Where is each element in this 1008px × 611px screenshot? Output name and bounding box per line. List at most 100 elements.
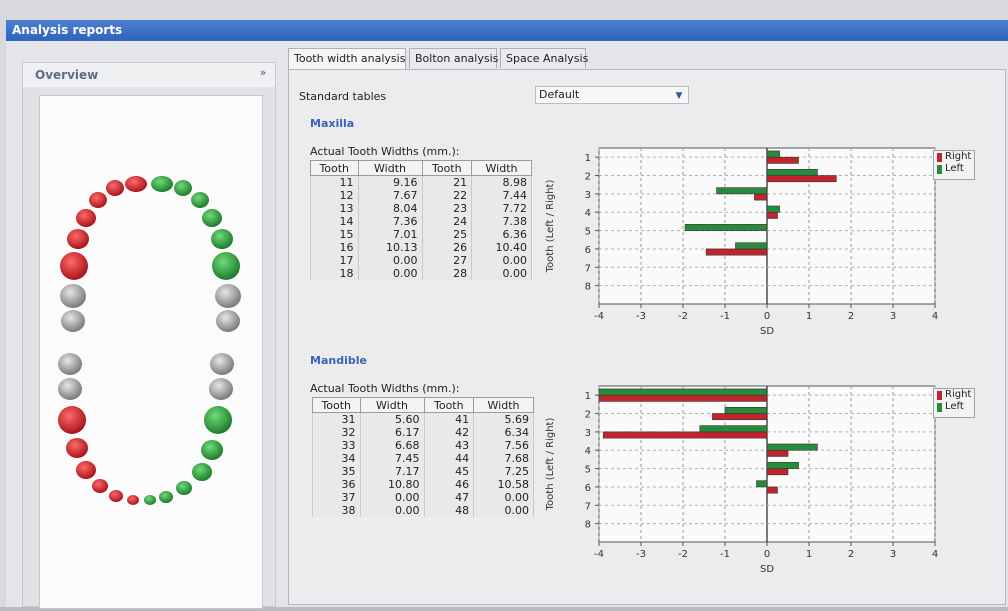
bar-left-3 (716, 187, 768, 195)
x-tick-label: 2 (848, 311, 854, 322)
tooth-27 (215, 284, 241, 308)
table-cell: 7.25 (473, 465, 534, 478)
table-cell: 0.00 (471, 254, 532, 267)
bar-right-4 (766, 211, 778, 219)
table-cell: 7.68 (473, 452, 534, 465)
table-cell: 44 (423, 452, 475, 465)
y-tick-label: 1 (585, 153, 591, 164)
mandible-table-caption: Actual Tooth Widths (mm.): (310, 382, 460, 395)
tooth-11 (125, 176, 147, 192)
y-tick-label: 6 (585, 245, 591, 256)
lower-arch (58, 353, 234, 505)
bar-left-5 (684, 224, 768, 231)
tooth-36 (58, 406, 86, 434)
table-cell: 27 (421, 254, 473, 267)
tooth-12 (106, 180, 124, 196)
maxilla-table-caption: Actual Tooth Widths (mm.): (310, 145, 460, 158)
tooth-22 (174, 180, 192, 196)
tab-bolton-analysis[interactable]: Bolton analysis (409, 48, 498, 68)
bar-left-3 (699, 425, 768, 433)
tooth-35 (66, 438, 88, 458)
tooth-23 (191, 192, 209, 208)
table-cell: 37 (312, 491, 361, 504)
tooth-28 (216, 310, 240, 332)
upper-arch (60, 176, 241, 332)
standard-tables-value: Default (539, 88, 580, 101)
dental-arch-view[interactable] (39, 95, 263, 609)
y-tick-label: 1 (585, 391, 591, 402)
table-cell: 0.00 (359, 491, 425, 504)
legend-item-left: Left (934, 401, 974, 413)
table-cell: 46 (423, 478, 475, 491)
bar-left-5 (766, 462, 799, 469)
table-cell: 38 (312, 504, 361, 517)
dental-arch-diagram (58, 176, 241, 505)
bar-right-6 (705, 248, 768, 256)
bar-left-4 (766, 205, 780, 213)
y-tick-label: 2 (585, 410, 591, 421)
mandible-title: Mandible (310, 354, 367, 367)
table-cell: 7.17 (359, 465, 425, 478)
chevron-down-icon[interactable]: ▼ (672, 88, 686, 102)
tooth-33 (92, 479, 108, 493)
table-cell: 7.36 (357, 215, 423, 228)
maxilla-title: Maxilla (310, 117, 355, 130)
bar-right-3 (602, 431, 768, 439)
mandible-legend: Right Left (933, 388, 975, 418)
legend-label: Right (945, 151, 972, 162)
table-header: Width (357, 160, 423, 176)
overview-title: Overview (35, 68, 99, 82)
table-cell: 6.17 (359, 426, 425, 439)
x-tick-label: -2 (678, 311, 688, 322)
table-cell: 7.44 (471, 189, 532, 202)
bar-right-5 (766, 468, 789, 476)
table-cell: 13 (310, 202, 359, 215)
table-row: 37 0.00 47 0.00 (312, 491, 534, 504)
table-cell: 47 (423, 491, 475, 504)
table-cell: 6.68 (359, 439, 425, 452)
mandible-sd-chart: -4 -3 -2 -1 0 1 2 3 4 1 2 3 4 5 6 7 8 SD Tooth (Left / Rig… (545, 385, 938, 575)
bar-left-1 (766, 150, 780, 158)
table-cell: 9.16 (357, 175, 423, 189)
table-cell: 23 (421, 202, 473, 215)
legend-item-right: Right (934, 389, 974, 401)
legend-label: Left (945, 163, 964, 174)
tooth-37 (58, 378, 82, 400)
table-cell: 35 (312, 465, 361, 478)
table-row: 11 9.16 21 8.98 (310, 175, 532, 189)
table-cell: 8.98 (471, 175, 532, 189)
table-header: Width (473, 397, 534, 413)
legend-swatch-left (937, 403, 942, 412)
table-cell: 21 (421, 175, 473, 189)
tab-tooth-width-analysis[interactable]: Tooth width analysis (288, 48, 406, 71)
table-cell: 10.40 (471, 241, 532, 254)
tab-space-analysis[interactable]: Space Analysis (500, 48, 588, 68)
x-tick-label: 2 (848, 549, 854, 560)
table-cell: 10.13 (357, 241, 423, 254)
table-cell: 7.45 (359, 452, 425, 465)
legend-item-right: Right (934, 151, 974, 163)
standard-tables-label: Standard tables (299, 90, 387, 103)
table-cell: 33 (312, 439, 361, 452)
bar-left-1 (598, 388, 768, 396)
x-tick-label: -4 (594, 549, 604, 560)
bar-left-2 (766, 168, 818, 176)
standard-tables-select[interactable]: Default ▼ (535, 86, 689, 104)
table-cell: 7.67 (357, 189, 423, 202)
table-row: 35 7.17 45 7.25 (312, 465, 534, 478)
collapse-icon[interactable]: » (255, 66, 271, 82)
table-cell: 34 (312, 452, 361, 465)
table-row: 15 7.01 25 6.36 (310, 228, 532, 241)
tooth-47 (209, 378, 233, 400)
tooth-18 (61, 310, 85, 332)
table-cell: 12 (310, 189, 359, 202)
table-cell: 8.04 (357, 202, 423, 215)
table-cell: 17 (310, 254, 359, 267)
x-tick-label: 0 (764, 549, 770, 560)
overview-header: Overview » (23, 63, 275, 87)
y-tick-label: 5 (585, 227, 591, 238)
y-tick-label: 4 (585, 208, 591, 219)
table-cell: 25 (421, 228, 473, 241)
tooth-32 (109, 490, 123, 502)
bar-right-1 (766, 156, 799, 164)
